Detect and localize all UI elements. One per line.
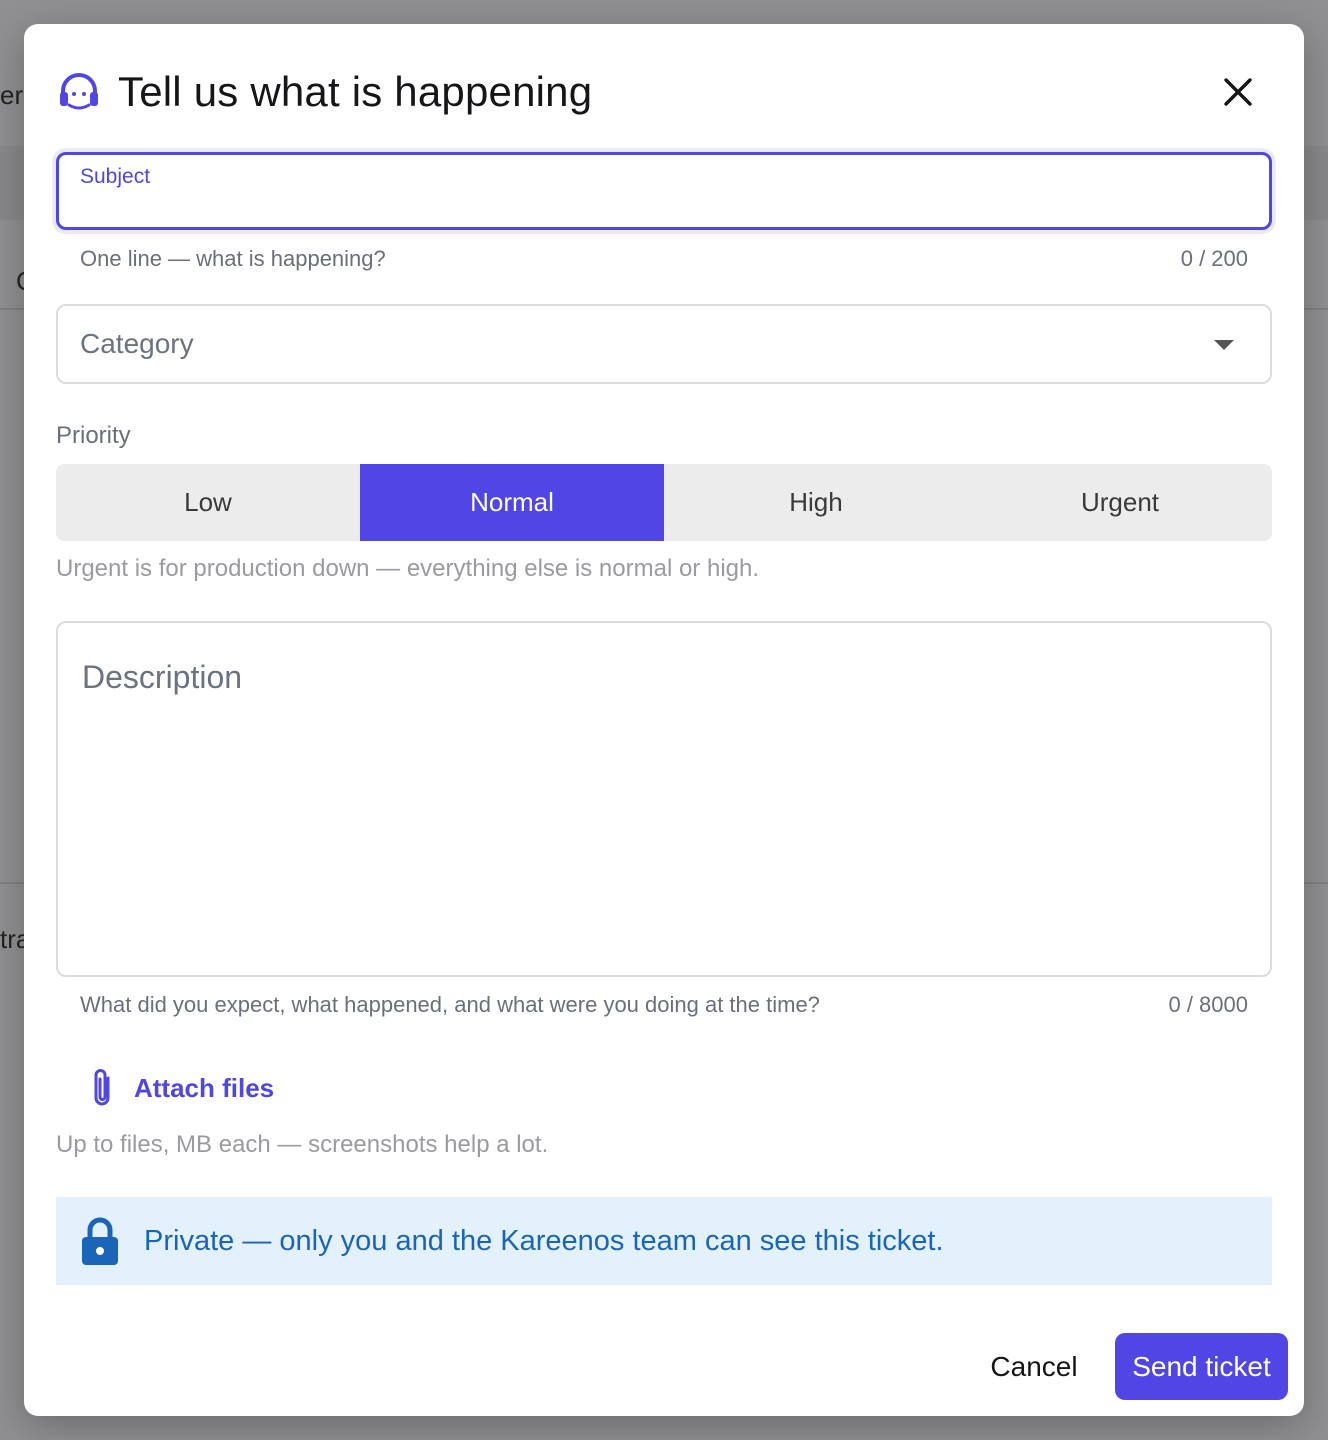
privacy-notice-text: Private — only you and the Kareenos team…: [144, 1224, 944, 1257]
attach-files-button[interactable]: Attach files: [88, 1064, 274, 1112]
privacy-notice: Private — only you and the Kareenos team…: [56, 1197, 1272, 1285]
subject-input[interactable]: [80, 193, 1244, 225]
send-ticket-button[interactable]: Send ticket: [1115, 1333, 1288, 1400]
subject-helper-row: One line — what is happening? 0 / 200: [80, 246, 1248, 272]
close-icon: [1224, 78, 1252, 106]
category-select[interactable]: Category: [56, 304, 1272, 384]
description-helper-text: What did you expect, what happened, and …: [80, 992, 820, 1017]
close-button[interactable]: [1216, 70, 1260, 114]
priority-hint: Urgent is for production down — everythi…: [56, 555, 760, 582]
description-helper-row: What did you expect, what happened, and …: [80, 992, 1248, 1018]
cancel-button[interactable]: Cancel: [972, 1334, 1096, 1400]
priority-label: Priority: [56, 422, 131, 449]
chevron-down-icon: [1214, 340, 1234, 350]
subject-helper-text: One line — what is happening?: [80, 246, 386, 271]
dialog-title: Tell us what is happening: [118, 68, 593, 115]
description-field[interactable]: [56, 621, 1272, 977]
description-input[interactable]: [80, 657, 1244, 951]
support-ticket-dialog: Tell us what is happening Subject One li…: [24, 24, 1304, 1416]
subject-char-counter: 0 / 200: [1180, 246, 1248, 271]
subject-field[interactable]: Subject: [56, 152, 1272, 230]
priority-option-normal[interactable]: Normal: [360, 464, 664, 541]
priority-segmented-control: Low Normal High Urgent: [56, 464, 1272, 541]
lock-icon: [80, 1216, 120, 1266]
subject-label: Subject: [80, 165, 151, 188]
attach-hint: Up to files, MB each — screenshots help …: [56, 1131, 549, 1158]
paperclip-icon: [94, 1069, 110, 1106]
description-char-counter: 0 / 8000: [1168, 992, 1248, 1017]
category-placeholder: Category: [80, 328, 194, 359]
headset-icon: [56, 69, 102, 115]
dialog-header: Tell us what is happening: [56, 64, 1272, 120]
priority-option-low[interactable]: Low: [56, 464, 360, 541]
priority-option-high[interactable]: High: [664, 464, 968, 541]
priority-option-urgent[interactable]: Urgent: [968, 464, 1272, 541]
attach-files-label: Attach files: [134, 1072, 275, 1103]
